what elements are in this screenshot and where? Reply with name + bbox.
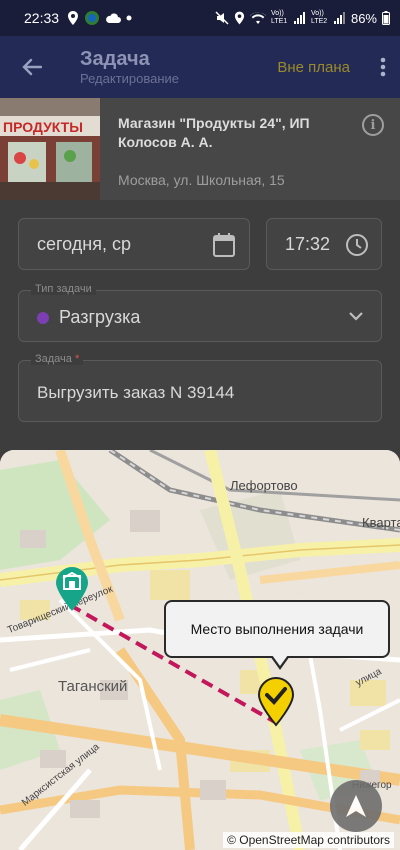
back-button[interactable] [0, 36, 64, 98]
date-field[interactable]: сегодня, ср [18, 218, 250, 270]
time-value: 17:32 [285, 234, 331, 254]
battery-percent: 86% [350, 10, 377, 26]
task-form: сегодня, ср 17:32 Тип задачи Разгрузка З… [0, 200, 400, 450]
wifi-icon [249, 11, 266, 24]
task-location-tooltip: Место выполнения задачи [164, 600, 390, 658]
task-location-marker-icon[interactable] [256, 677, 296, 727]
task-type-color-dot [37, 312, 49, 324]
dot-icon [126, 15, 132, 21]
location-pin-icon [68, 11, 79, 25]
mute-icon [215, 11, 229, 25]
info-icon: i [370, 117, 376, 133]
status-time: 22:33 [24, 10, 60, 26]
map-label-kvartal: Кварта [362, 515, 400, 530]
required-mark: * [74, 353, 80, 365]
shop-name: Магазин "Продукты 24", ИП Колосов А. А. [118, 115, 310, 150]
map-label-lefortovo: Лефортово [230, 478, 298, 493]
sim2-label: Vo)) LTE2 [310, 10, 328, 25]
app-bar: Задача Редактирование Вне плана [0, 36, 400, 98]
task-label-text: Задача [35, 353, 72, 365]
battery-icon [382, 11, 390, 25]
more-menu-button[interactable] [366, 36, 400, 98]
task-text-field[interactable]: Задача * Выгрузить заказ N 39144 [18, 353, 382, 422]
signal-icon [293, 12, 305, 24]
task-label: Задача * [31, 353, 84, 365]
clock-icon [346, 234, 368, 256]
task-type-select[interactable]: Тип задачи Разгрузка [18, 283, 382, 342]
cloud-icon [106, 13, 122, 23]
shop-card[interactable]: ПРОДУКТЫ Магазин "Продукты 24", ИП Колос… [0, 98, 400, 200]
app-notification-icon [85, 11, 100, 25]
time-field[interactable]: 17:32 [266, 218, 382, 270]
chevron-down-icon [349, 312, 363, 321]
location-icon [234, 11, 245, 25]
sim1-label: Vo)) LTE1 [270, 10, 288, 25]
page-subtitle: Редактирование [80, 71, 180, 86]
map-attribution[interactable]: © OpenStreetMap contributors [223, 832, 394, 848]
shop-address: Москва, ул. Школьная, 15 [118, 172, 285, 188]
my-location-button[interactable] [330, 780, 382, 832]
calendar-icon [213, 233, 235, 257]
map-label-taganskiy: Таганский [58, 678, 128, 695]
info-button[interactable]: i [362, 114, 384, 136]
task-value: Выгрузить заказ N 39144 [37, 383, 235, 402]
tooltip-tail-inner [272, 655, 288, 666]
shop-marker-icon[interactable] [54, 566, 90, 612]
page-title: Задача [80, 48, 150, 70]
more-vertical-icon [380, 57, 386, 77]
task-type-value: Разгрузка [59, 307, 141, 327]
task-type-label: Тип задачи [31, 283, 96, 295]
signal-icon [333, 12, 345, 24]
navigation-arrow-icon [346, 795, 366, 817]
unplanned-badge[interactable]: Вне плана [277, 59, 350, 76]
status-bar: 22:33 Vo)) LTE1 Vo)) LTE2 86% [0, 0, 400, 36]
arrow-left-icon [22, 58, 42, 76]
date-value: сегодня, ср [37, 234, 131, 254]
shop-photo: ПРОДУКТЫ [0, 98, 100, 200]
shop-photo-sign: ПРОДУКТЫ [3, 119, 83, 135]
